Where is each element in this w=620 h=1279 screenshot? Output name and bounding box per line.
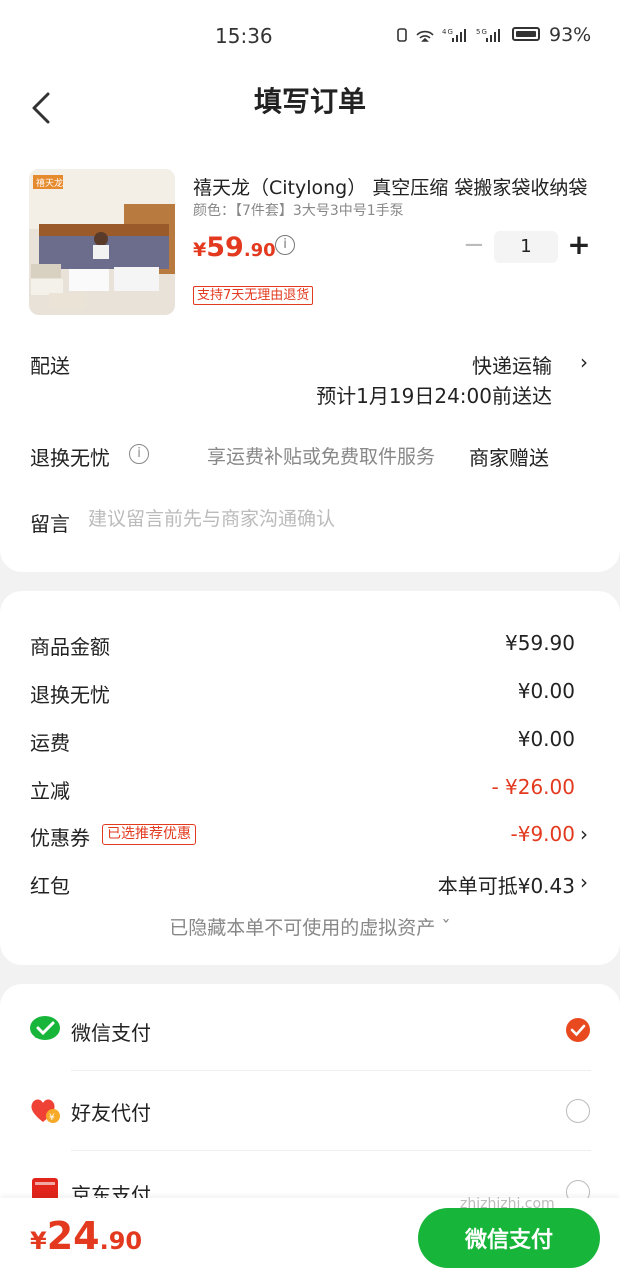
friend-pay-icon: ¥ [29,1094,61,1126]
return-policy-badge: 支持7天无理由退货 [193,286,314,305]
svg-text:¥: ¥ [49,1113,55,1123]
red-packet-value[interactable]: 本单可抵¥0.43 [30,870,575,899]
quantity-increase-button[interactable]: + [566,230,592,260]
friend-pay-radio[interactable] [566,1099,590,1123]
product-name[interactable]: 禧天龙（Citylong） 真空压缩 袋搬家袋收纳袋 [193,173,588,200]
message-input[interactable] [88,508,568,530]
watermark: zhizhizhi.com [460,1196,555,1212]
coupon-value[interactable]: -¥9.00 [30,822,575,846]
quantity-stepper[interactable]: 1 [494,231,558,263]
pay-button[interactable]: 微信支付 [418,1208,600,1268]
quantity-decrease-button[interactable]: − [463,232,485,259]
price-decimal: .90 [243,240,276,261]
total-currency: ¥ [30,1227,47,1255]
check-icon [570,1024,586,1037]
shipping-label: 配送 [30,354,70,378]
worry-free-value: 商家赠送 [469,446,549,470]
price-integer: 59 [206,232,244,263]
shipping-eta: 预计1月19日24:00前送达 [316,384,552,408]
order-item-card: 禧天龙 禧天龙（Citylong） 真空压缩 袋搬家袋收纳袋 颜色：【7件套】3… [0,142,620,572]
info-icon[interactable]: i [129,444,149,464]
message-label: 留言 [30,512,70,536]
total-integer: 24 [46,1214,100,1258]
price-info-icon[interactable]: i [275,235,295,255]
instant-discount-value: - ¥26.00 [491,775,575,799]
product-price: ¥59.90 [193,232,276,263]
worry-free-desc: 享运费补贴或免费取件服务 [207,446,436,468]
shipping-method[interactable]: 快递运输 [300,350,552,379]
wechat-pay-icon [29,1014,61,1046]
divider [71,1070,591,1071]
product-image[interactable]: 禧天龙 [29,169,175,315]
svg-text:5G: 5G [476,28,488,36]
total-decimal: .90 [99,1227,143,1255]
status-time: 15:36 [215,24,273,48]
total-price: ¥24.90 [30,1214,142,1258]
hidden-assets-toggle[interactable]: 已隐藏本单不可使用的虚拟资产 ˇ [0,913,620,940]
friend-pay-label[interactable]: 好友代付 [71,1097,151,1126]
wechat-pay-label[interactable]: 微信支付 [71,1017,151,1046]
signal-icons: 4G 5G [396,26,506,48]
worry-free-fee-value: ¥0.00 [517,679,575,703]
status-bar: 15:36 4G 5G 93% [0,0,620,72]
price-currency: ¥ [193,239,207,261]
worry-free-label: 退换无忧 [30,446,110,470]
signal-icon: 4G 5G [397,28,500,42]
chevron-right-icon[interactable]: › [580,350,588,374]
thumb-logo-text: 禧天龙 [36,177,63,189]
battery-percent: 93% [549,24,592,46]
freight-value: ¥0.00 [517,727,575,751]
chevron-right-icon[interactable]: › [580,870,588,894]
price-summary-card: 商品金额 ¥59.90 退换无忧 ¥0.00 运费 ¥0.00 立减 - ¥26… [0,591,620,965]
battery-icon [512,27,540,41]
product-photo: 禧天龙 [29,169,175,315]
chevron-right-icon[interactable]: › [580,822,588,846]
svg-text:4G: 4G [442,28,454,36]
divider [71,1150,591,1151]
goods-amount-value: ¥59.90 [505,631,575,655]
product-spec[interactable]: 颜色：【7件套】3大号3中号1手泵 [193,200,404,220]
nav-bar: 填写订单 [0,72,620,142]
wechat-pay-radio[interactable] [566,1018,590,1042]
page-title: 填写订单 [253,85,366,118]
